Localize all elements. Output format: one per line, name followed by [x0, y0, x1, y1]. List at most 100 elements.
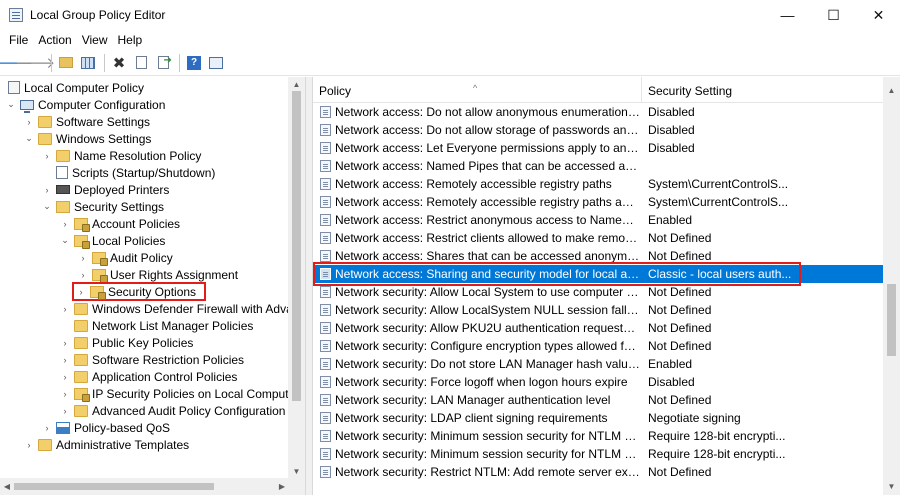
minimize-button[interactable]: — [765, 0, 810, 30]
scrollbar-thumb[interactable] [292, 91, 301, 401]
chevron-right-icon[interactable]: › [60, 389, 70, 399]
delete-icon[interactable]: ✖ [109, 53, 129, 73]
tree-item-ip-security-policies[interactable]: › IP Security Policies on Local Computer [60, 385, 299, 402]
column-header-security-setting[interactable]: Security Setting [642, 77, 884, 103]
list-row[interactable]: Network security: Allow PKU2U authentica… [313, 319, 884, 337]
tree-item-label: Software Restriction Policies [92, 352, 245, 367]
policy-setting-icon [320, 106, 331, 118]
menu-view[interactable]: View [77, 30, 113, 50]
close-button[interactable]: ✕ [856, 0, 900, 30]
chevron-down-icon[interactable]: ⌄ [6, 99, 16, 110]
list-row[interactable]: Network security: Allow Local System to … [313, 283, 884, 301]
properties-icon[interactable] [131, 53, 151, 73]
tree-item-windows-settings[interactable]: ⌄ Windows Settings [24, 130, 151, 147]
tree-item-administrative-templates[interactable]: › Administrative Templates [24, 436, 190, 453]
list-row[interactable]: Network security: Configure encryption t… [313, 337, 884, 355]
tree-item-local-computer-policy[interactable]: Local Computer Policy [8, 79, 144, 96]
list-row[interactable]: Network access: Do not allow anonymous e… [313, 103, 884, 121]
maximize-button[interactable]: ☐ [811, 0, 856, 30]
list-row[interactable]: Network security: Minimum session securi… [313, 445, 884, 463]
scrollbar-thumb[interactable] [14, 483, 214, 490]
menu-action[interactable]: Action [33, 30, 76, 50]
tree-horizontal-scrollbar[interactable]: ◀ ▶ [0, 478, 289, 495]
scrollbar-thumb[interactable] [887, 284, 896, 356]
chevron-right-icon[interactable]: › [78, 253, 88, 263]
tree-item-account-policies[interactable]: › Account Policies [60, 215, 180, 232]
policy-setting-icon [320, 142, 331, 154]
export-list-icon[interactable] [153, 53, 173, 73]
list-row[interactable]: Network access: Remotely accessible regi… [313, 193, 884, 211]
scroll-right-icon[interactable]: ▶ [275, 478, 289, 495]
chevron-right-icon[interactable]: › [42, 185, 52, 195]
scroll-up-icon[interactable]: ▲ [883, 83, 900, 97]
tree-item-user-rights-assignment[interactable]: › User Rights Assignment [78, 266, 238, 283]
list-vertical-scrollbar[interactable]: ▲ ▼ [883, 77, 900, 495]
tree-item-application-control-policies[interactable]: › Application Control Policies [60, 368, 238, 385]
tree-item-scripts[interactable]: Scripts (Startup/Shutdown) [56, 164, 215, 181]
tree-item-computer-configuration[interactable]: ⌄ Computer Configuration [6, 96, 165, 113]
tree-item-advanced-audit-policy[interactable]: › Advanced Audit Policy Configuration [60, 402, 286, 419]
tree-item-policy-based-qos[interactable]: › Policy-based QoS [42, 419, 171, 436]
list-row[interactable]: Network access: Let Everyone permissions… [313, 139, 884, 157]
list-row[interactable]: Network security: Allow LocalSystem NULL… [313, 301, 884, 319]
policy-setting-icon [320, 124, 331, 136]
list-row[interactable]: Network access: Restrict clients allowed… [313, 229, 884, 247]
folder-icon [74, 353, 88, 366]
tree-item-software-settings[interactable]: › Software Settings [24, 113, 151, 130]
folder-icon [38, 438, 52, 451]
list-row[interactable]: Network access: Restrict anonymous acces… [313, 211, 884, 229]
list-row[interactable]: Network security: LDAP client signing re… [313, 409, 884, 427]
tree-item-network-list-manager[interactable]: Network List Manager Policies [74, 317, 253, 334]
tree-item-software-restriction-policies[interactable]: › Software Restriction Policies [60, 351, 245, 368]
forward-arrow-icon[interactable]: 🡒 [15, 53, 55, 73]
tree-item-public-key-policies[interactable]: › Public Key Policies [60, 334, 194, 351]
chevron-down-icon[interactable]: ⌄ [42, 201, 52, 212]
list-row[interactable]: Network access: Remotely accessible regi… [313, 175, 884, 193]
policy-setting-icon [320, 178, 331, 190]
tree-item-label: Security Settings [74, 199, 165, 214]
menu-help[interactable]: Help [113, 30, 148, 50]
chevron-right-icon[interactable]: › [60, 406, 70, 416]
scroll-up-icon[interactable]: ▲ [288, 77, 305, 91]
tree-item-security-settings[interactable]: ⌄ Security Settings [42, 198, 164, 215]
list-row[interactable]: Network security: Minimum session securi… [313, 427, 884, 445]
chevron-right-icon[interactable]: › [60, 304, 70, 314]
menu-file[interactable]: File [4, 30, 33, 50]
chevron-right-icon[interactable]: › [24, 440, 34, 450]
scroll-down-icon[interactable]: ▼ [883, 479, 900, 493]
show-hide-tree-icon[interactable] [78, 53, 98, 73]
tree-item-deployed-printers[interactable]: › Deployed Printers [42, 181, 170, 198]
chevron-right-icon[interactable]: › [42, 423, 52, 433]
list-row[interactable]: Network access: Shares that can be acces… [313, 247, 884, 265]
list-row[interactable]: Network access: Named Pipes that can be … [313, 157, 884, 175]
tree-item-name-resolution-policy[interactable]: › Name Resolution Policy [42, 147, 202, 164]
extended-view-icon[interactable] [206, 53, 226, 73]
list-row[interactable]: Network security: Do not store LAN Manag… [313, 355, 884, 373]
list-row[interactable]: Network security: Restrict NTLM: Add rem… [313, 463, 884, 481]
tree-vertical-scrollbar[interactable]: ▲ ▼ [288, 77, 305, 495]
scroll-left-icon[interactable]: ◀ [0, 478, 14, 495]
list-row-selected[interactable]: Network access: Sharing and security mod… [313, 265, 884, 283]
up-folder-icon[interactable] [56, 53, 76, 73]
chevron-right-icon[interactable]: › [60, 219, 70, 229]
list-row[interactable]: Network access: Do not allow storage of … [313, 121, 884, 139]
list-row[interactable]: Network security: LAN Manager authentica… [313, 391, 884, 409]
chevron-right-icon[interactable]: › [60, 355, 70, 365]
chevron-right-icon[interactable]: › [60, 338, 70, 348]
help-icon[interactable]: ? [184, 53, 204, 73]
scroll-down-icon[interactable]: ▼ [288, 464, 305, 478]
chevron-right-icon[interactable]: › [78, 270, 88, 280]
tree-item-audit-policy[interactable]: › Audit Policy [78, 249, 173, 266]
chevron-down-icon[interactable]: ⌄ [60, 235, 70, 246]
column-header-policy[interactable]: ^ Policy [313, 77, 642, 103]
list-row[interactable]: Network security: Force logoff when logo… [313, 373, 884, 391]
tree-item-windows-defender-firewall[interactable]: › Windows Defender Firewall with Advanc [60, 300, 306, 317]
chevron-right-icon[interactable]: › [42, 151, 52, 161]
chevron-right-icon[interactable]: › [76, 287, 86, 297]
chevron-right-icon[interactable]: › [60, 372, 70, 382]
tree-item-security-options[interactable]: › Security Options [72, 282, 207, 301]
app-icon [9, 8, 23, 22]
chevron-right-icon[interactable]: › [24, 117, 34, 127]
chevron-down-icon[interactable]: ⌄ [24, 133, 34, 144]
tree-item-local-policies[interactable]: ⌄ Local Policies [60, 232, 165, 249]
